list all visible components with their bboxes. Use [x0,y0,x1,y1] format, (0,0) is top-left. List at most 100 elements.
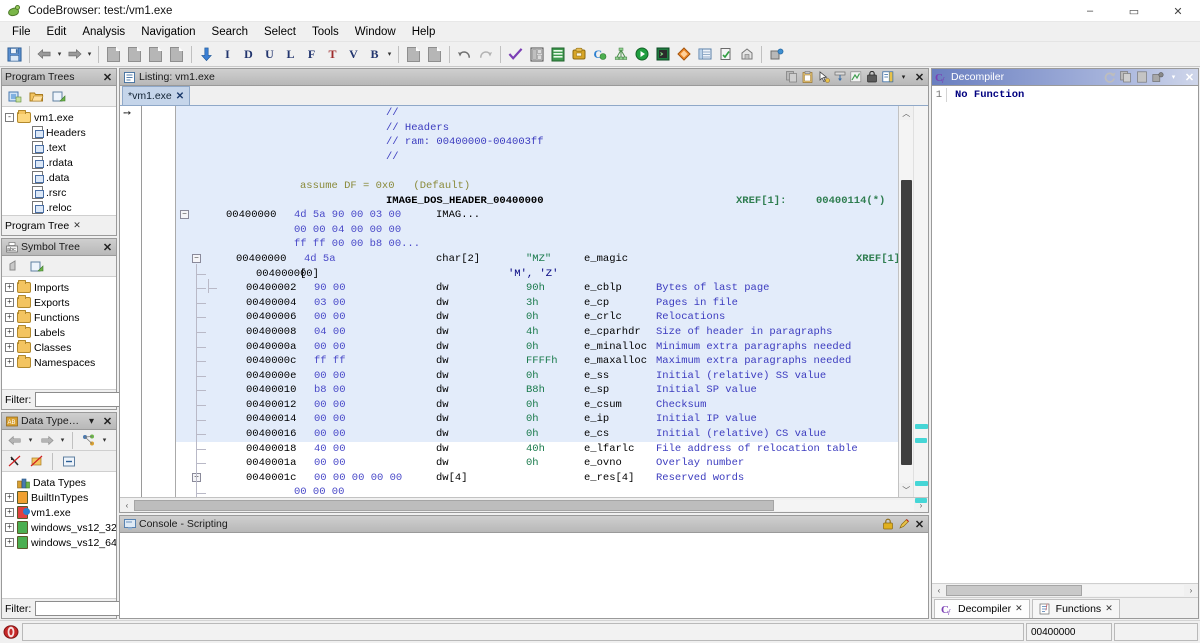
tree-node-rdata[interactable]: .rdata [5,155,116,170]
tree-expand-handle[interactable]: + [5,493,14,502]
scroll-down-icon[interactable]: ﹀ [899,483,913,497]
filter-arrays-icon[interactable] [26,451,47,472]
tree-expand-handle[interactable]: + [5,283,14,292]
listing-row[interactable]: 0040001600 00dw0he_csInitial (relative) … [176,427,898,442]
new-tree-icon[interactable] [48,86,69,107]
listing-row[interactable]: 004000004d 5a 90 00 03 00IMAG... [176,208,898,223]
listing-tab-close-icon[interactable]: ✕ [176,91,184,102]
program-tree-icon[interactable]: C [589,44,610,65]
tree-expand-handle[interactable]: + [5,523,14,532]
listing-row[interactable] [176,164,898,179]
go-to-address-icon[interactable] [196,44,217,65]
listing-close-icon[interactable]: ✕ [913,71,926,84]
dtm-node-builtintypes[interactable]: +BuiltInTypes [5,490,116,505]
tree-expand-handle[interactable]: + [5,343,14,352]
new-program-icon[interactable] [103,44,124,65]
scroll-up-icon[interactable]: ︿ [899,106,913,120]
symbol-tree-node-classes[interactable]: +Classes [5,340,116,355]
decompiler-snapshot-icon[interactable] [1151,71,1164,84]
listing-row[interactable]: ff ff 00 00 b8 00... [176,237,898,252]
menu-file[interactable]: File [4,24,39,40]
tree-expand-handle[interactable]: - [5,113,14,122]
tree-node-vm1exe[interactable]: -vm1.exe [5,110,116,125]
data-type-manager-menu-icon[interactable]: ▾ [85,415,98,428]
bookmark-dropdown-icon[interactable]: ▾ [385,50,394,58]
open-folder-icon[interactable] [26,86,47,107]
menu-window[interactable]: Window [347,24,404,40]
bookmark-marker[interactable] [915,498,927,503]
script-manager-icon[interactable] [652,44,673,65]
listing-row[interactable]: 00400010b8 00dwB8he_spInitial SP value [176,383,898,398]
tree-node-rsrc[interactable]: .rsrc [5,185,116,200]
menu-select[interactable]: Select [256,24,304,40]
diff-icon[interactable] [673,44,694,65]
listing-row[interactable]: 00400000[0]'M', 'Z' [176,267,898,282]
listing-row[interactable]: 0040000cff ffdwFFFFhe_maxallocMaximum ex… [176,354,898,369]
menu-analysis[interactable]: Analysis [74,24,133,40]
program-tree-tab-close-icon[interactable]: ✕ [73,220,81,231]
bookmark-marker[interactable] [915,424,928,429]
forward-dropdown-icon[interactable]: ▾ [85,50,94,58]
decompiler-refresh-icon[interactable] [1103,71,1116,84]
tree-expand-handle[interactable]: + [5,298,14,307]
decompiler-hscroll-thumb[interactable] [946,585,1082,596]
bookmark-icon[interactable]: B [364,44,385,65]
collapse-toggle-e-magic-struct[interactable]: − [192,254,201,263]
dtm-back-dropdown-icon[interactable]: ▾ [26,436,35,444]
tree-expand-handle[interactable]: + [5,313,14,322]
listing-view-dropdown-icon[interactable]: ▾ [897,71,910,84]
decompiler-code-area[interactable]: 1No Function [932,86,1198,583]
dtm-forward-icon[interactable] [36,430,57,451]
function-icon[interactable]: F [301,44,322,65]
ghidra-status-icon[interactable] [2,623,20,641]
variable-icon[interactable]: V [343,44,364,65]
menu-edit[interactable]: Edit [39,24,75,40]
new-symbol-icon[interactable] [26,256,47,277]
listing-row[interactable]: 0040001a00 00dw0he_ovnoOverlay number [176,456,898,471]
scroll-left-icon[interactable]: ‹ [120,501,134,510]
close-button[interactable]: ✕ [1156,0,1200,22]
dtm-node-windowsvs1232[interactable]: +windows_vs12_32 [5,520,116,535]
listing-row[interactable]: assume DF = 0x0 (Default) [176,179,898,194]
decompiler-scroll-right-icon[interactable]: › [1184,586,1198,595]
create-folder-icon[interactable] [4,86,25,107]
listing-copy-icon[interactable] [785,71,798,84]
decompiler-scroll-left-icon[interactable]: ‹ [932,586,946,595]
listing-horizontal-scrollbar[interactable]: ‹ › [120,497,928,512]
tab-functions-close-icon[interactable]: ✕ [1105,603,1113,614]
listing-row[interactable]: 0040001400 00dw0he_ipInitial IP value [176,412,898,427]
paste-program-icon[interactable] [166,44,187,65]
listing-row[interactable]: 004000004d 5achar[2]"MZ"e_magicXREF[1]:0… [176,252,898,267]
tree-expand-handle[interactable]: + [5,508,14,517]
select-forward-icon[interactable] [403,44,424,65]
tab-functions[interactable]: f Functions ✕ [1032,599,1120,618]
listing-row[interactable]: IMAGE_DOS_HEADER_00400000XREF[1]:0040011… [176,194,898,209]
dtm-node-windowsvs1264[interactable]: +windows_vs12_64 [5,535,116,550]
listing-row[interactable]: 0040000290 00dw90he_cblpBytes of last pa… [176,281,898,296]
listing-snapshot-view-icon[interactable] [849,71,862,84]
listing-row[interactable]: // Headers [176,121,898,136]
data-type-manager-close-icon[interactable]: ✕ [101,415,114,428]
tree-expand-handle[interactable]: + [5,358,14,367]
listing-row[interactable]: 0040000403 00dw3he_cpPages in file [176,296,898,311]
tree-options-icon[interactable] [78,430,99,451]
undefine-icon[interactable]: U [259,44,280,65]
decompiler-copy-icon[interactable] [1119,71,1132,84]
collapse-all-icon[interactable] [58,451,79,472]
listing-paste-icon[interactable] [801,71,814,84]
save-icon[interactable] [4,44,25,65]
symbol-tree-node-namespaces[interactable]: +Namespaces [5,355,116,370]
forward-icon[interactable] [64,44,85,65]
data-icon[interactable]: D [238,44,259,65]
redo-icon[interactable] [475,44,496,65]
listing-row[interactable]: 0040001200 00dw0he_csumChecksum [176,398,898,413]
menu-navigation[interactable]: Navigation [133,24,203,40]
decompiler-close-icon[interactable]: ✕ [1183,71,1196,84]
snapshot-icon[interactable] [766,44,787,65]
data-type-manager-icon[interactable] [694,44,715,65]
tree-options-dropdown-icon[interactable]: ▾ [100,436,109,444]
console-lock-icon[interactable] [881,518,894,531]
memory-map-icon[interactable] [526,44,547,65]
listing-diff-view-icon[interactable] [833,71,846,84]
symbol-tree-node-labels[interactable]: +Labels [5,325,116,340]
